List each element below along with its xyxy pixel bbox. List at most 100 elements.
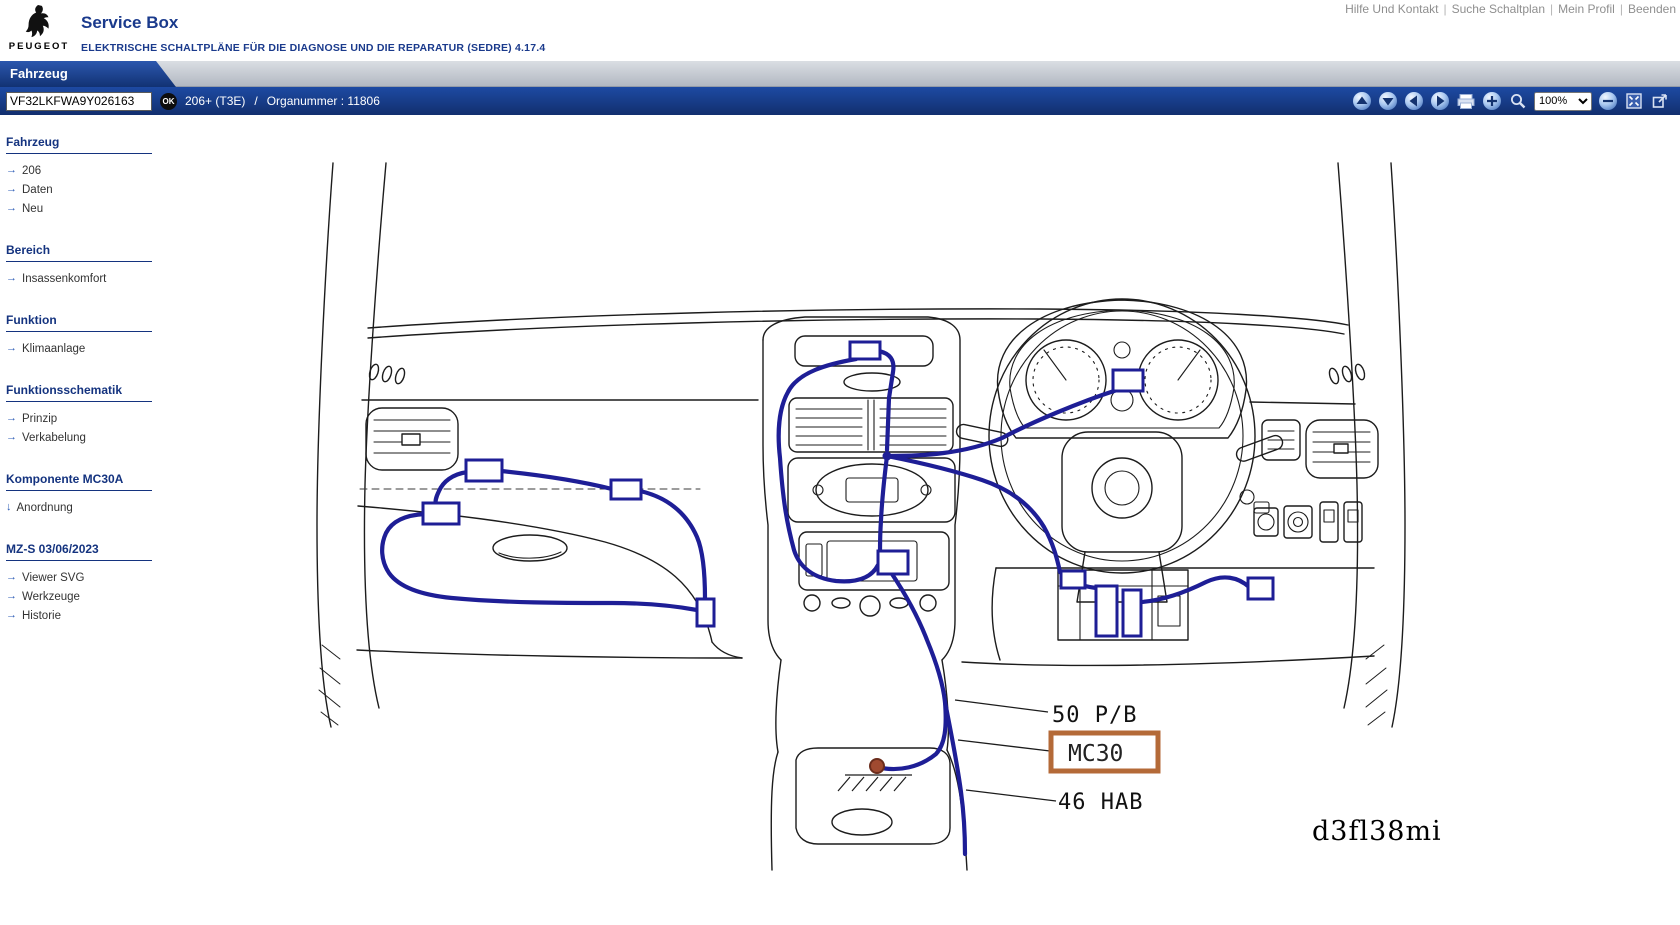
- arrow-left-icon: [1405, 92, 1423, 110]
- minus-icon: [1599, 92, 1617, 110]
- sidebar-section-funktion: Funktion →Klimaanlage: [6, 313, 152, 358]
- sidebar-item-206[interactable]: →206: [6, 161, 152, 180]
- sidebar-section-title: Komponente MC30A: [6, 472, 152, 491]
- sidebar-item-label: Insassenkomfort: [22, 273, 106, 285]
- sidebar-item-historie[interactable]: →Historie: [6, 606, 152, 625]
- label-wire-bottom: 46 HAB: [1058, 790, 1143, 815]
- header-link-suche[interactable]: Suche Schaltplan: [1452, 2, 1545, 16]
- sidebar-item-label: Verkabelung: [22, 432, 86, 444]
- sidebar-item-neu[interactable]: →Neu: [6, 199, 152, 218]
- connector: [1096, 586, 1117, 636]
- sidebar-section-fahrzeug: Fahrzeug →206 →Daten →Neu: [6, 135, 152, 218]
- sidebar-section-title: Funktionsschematik: [6, 383, 152, 402]
- sidebar-item-insassenkomfort[interactable]: → Insassenkomfort: [6, 269, 152, 288]
- arrow-down-icon: [1379, 92, 1397, 110]
- external-window-button[interactable]: [1650, 91, 1670, 111]
- sidebar-item-anordnung[interactable]: ↓ Anordnung: [6, 498, 152, 517]
- zoom-out-button[interactable]: [1598, 91, 1618, 111]
- sidebar-item-klimaanlage[interactable]: →Klimaanlage: [6, 339, 152, 358]
- dashboard-linework: [317, 163, 1405, 870]
- callout-leader-lines: [955, 700, 1056, 801]
- connector: [1061, 571, 1085, 588]
- arrow-right-icon: →: [6, 591, 17, 602]
- sidebar-item-prinzip[interactable]: →Prinzip: [6, 409, 152, 428]
- sidebar: Fahrzeug →206 →Daten →Neu Bereich → Insas…: [0, 115, 160, 925]
- magnifier-button[interactable]: [1508, 91, 1528, 111]
- service-box-app: { "icons": { "arrow_right": "→", "arrow_…: [0, 0, 1680, 925]
- sidebar-item-label: Klimaanlage: [22, 343, 85, 355]
- sidebar-item-label: Werkzeuge: [22, 591, 80, 603]
- zoom-select[interactable]: 100%: [1534, 92, 1592, 111]
- connector: [878, 551, 908, 574]
- sidebar-item-viewer-svg[interactable]: → Viewer SVG: [6, 568, 152, 587]
- sidebar-item-werkzeuge[interactable]: → Werkzeuge: [6, 587, 152, 606]
- zoom-in-button[interactable]: [1482, 91, 1502, 111]
- nav-down-button[interactable]: [1378, 91, 1398, 111]
- header-links: Hilfe Und Kontakt | Suche Schaltplan | Mein …: [1345, 2, 1676, 16]
- app-title: Service Box: [81, 13, 178, 33]
- ground-hatching: [838, 775, 912, 791]
- arrow-right-icon: →: [6, 572, 17, 583]
- link-separator: |: [1620, 2, 1623, 16]
- tab-bar: Fahrzeug: [0, 61, 1680, 87]
- sidebar-section-funktionsschematik: Funktionsschematik →Prinzip → Verkabelung: [6, 383, 152, 447]
- diagram-viewport[interactable]: 50 P/B MC30 46 HAB d3fl38mi: [160, 115, 1680, 925]
- sidebar-section-title: Bereich: [6, 243, 152, 262]
- header-link-profil[interactable]: Mein Profil: [1558, 2, 1615, 16]
- arrow-right-icon: →: [6, 184, 17, 195]
- ok-button[interactable]: OK: [160, 93, 177, 110]
- ground-point: [870, 759, 884, 773]
- main-toolbar: OK 206+ (T3E) / Organummer : 11806 100%: [0, 87, 1680, 115]
- vin-input[interactable]: [6, 92, 152, 111]
- harness-wire: [945, 702, 965, 854]
- arrow-up-icon: [1353, 92, 1371, 110]
- sidebar-section-title: Funktion: [6, 313, 152, 332]
- sidebar-item-verkabelung[interactable]: → Verkabelung: [6, 428, 152, 447]
- header-link-hilfe[interactable]: Hilfe Und Kontakt: [1345, 2, 1438, 16]
- harness-wire: [1142, 577, 1249, 602]
- app-subtitle: ELEKTRISCHE SCHALTPLÄNE FÜR DIE DIAGNOSE…: [81, 42, 545, 54]
- connector: [850, 342, 880, 359]
- mc30-component-box[interactable]: MC30: [1051, 733, 1158, 771]
- vehicle-info: 206+ (T3E) / Organummer : 11806: [185, 94, 380, 108]
- nav-left-button[interactable]: [1404, 91, 1424, 111]
- harness-node: [883, 452, 892, 461]
- sidebar-item-label: Anordnung: [17, 502, 73, 514]
- arrow-right-icon: →: [6, 165, 17, 176]
- harness-wire: [887, 456, 1060, 572]
- connector: [611, 480, 641, 499]
- mc30-component-label: MC30: [1068, 741, 1123, 767]
- harness-wire: [501, 471, 612, 489]
- app-header: PEUGEOT Service Box ELEKTRISCHE SCHALTPL…: [0, 0, 1680, 61]
- harness-wire: [640, 491, 705, 599]
- sidebar-item-label: Viewer SVG: [22, 572, 84, 584]
- organ-number: Organummer : 11806: [267, 94, 380, 108]
- fit-screen-button[interactable]: [1624, 91, 1644, 111]
- nav-up-button[interactable]: [1352, 91, 1372, 111]
- sidebar-item-label: Prinzip: [22, 413, 57, 425]
- arrow-right-icon: →: [6, 432, 17, 443]
- link-separator: |: [1550, 2, 1553, 16]
- sidebar-section-bereich: Bereich → Insassenkomfort: [6, 243, 152, 288]
- arrow-down-icon: ↓: [6, 502, 12, 513]
- vehicle-code: 206+ (T3E): [185, 94, 245, 108]
- nav-right-button[interactable]: [1430, 91, 1450, 111]
- printer-icon: [1456, 92, 1476, 110]
- tab-fahrzeug[interactable]: Fahrzeug: [0, 61, 176, 87]
- toolbar-icons: 100%: [1352, 91, 1674, 111]
- sidebar-section-komponente: Komponente MC30A ↓ Anordnung: [6, 472, 152, 517]
- sidebar-section-title: MZ-S 03/06/2023: [6, 542, 152, 561]
- peugeot-lion-icon: [22, 4, 56, 40]
- sidebar-item-daten[interactable]: →Daten: [6, 180, 152, 199]
- label-wire-top: 50 P/B: [1052, 703, 1137, 728]
- connector: [466, 460, 502, 481]
- print-button[interactable]: [1456, 91, 1476, 111]
- header-link-beenden[interactable]: Beenden: [1628, 2, 1676, 16]
- harness-wire: [880, 456, 887, 552]
- harness-wire: [779, 359, 878, 581]
- plus-icon: [1483, 92, 1501, 110]
- arrow-right-icon: →: [6, 273, 17, 284]
- connector: [697, 599, 714, 626]
- sidebar-item-label: Historie: [22, 610, 61, 622]
- fit-screen-icon: [1625, 92, 1643, 110]
